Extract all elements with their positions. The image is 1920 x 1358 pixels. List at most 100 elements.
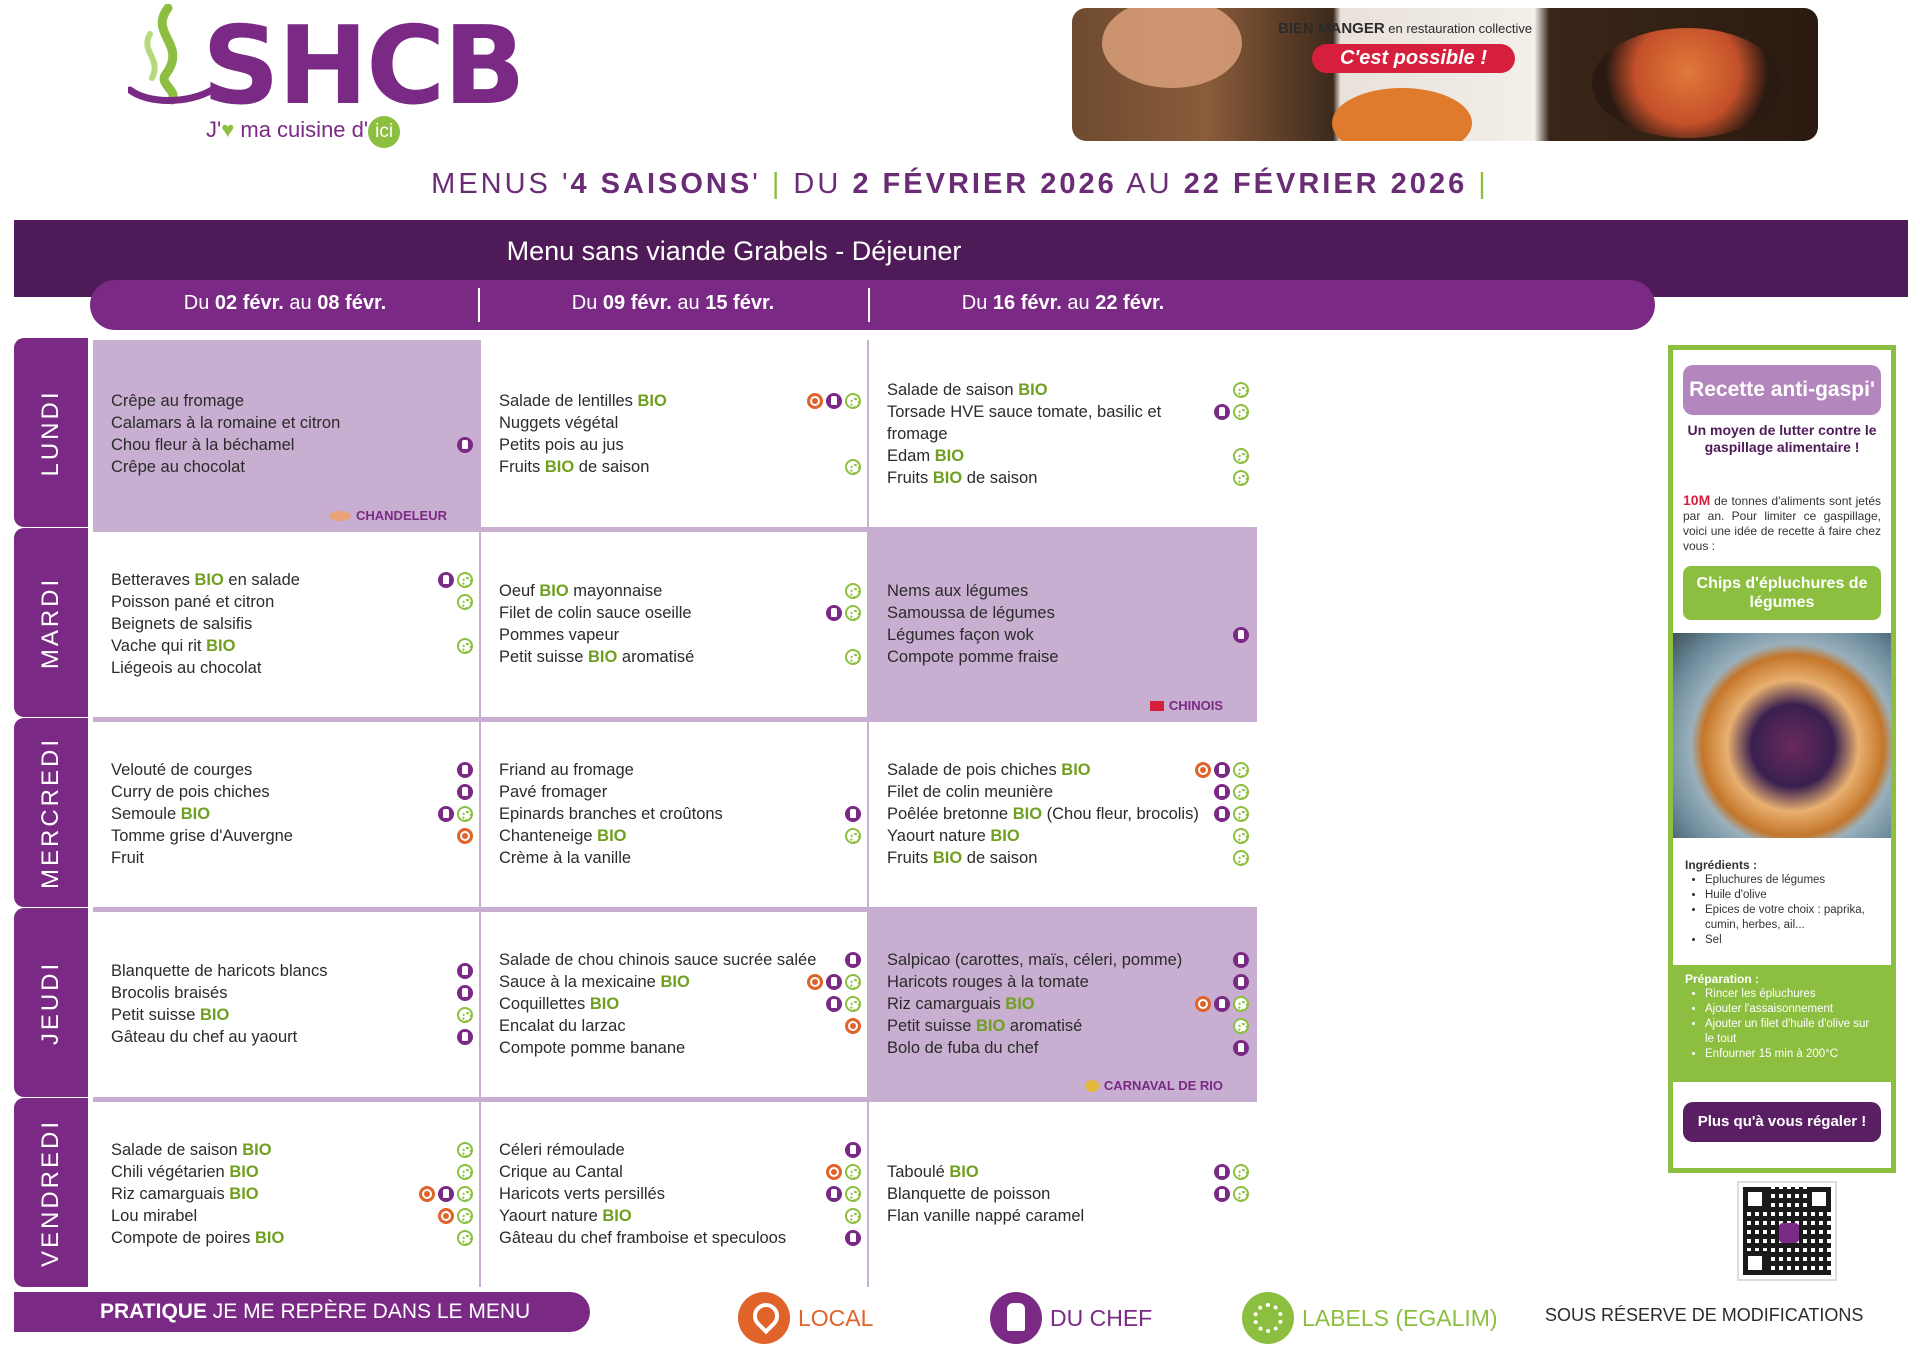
egalim-label-icon (457, 1185, 473, 1202)
menu-title: Menu sans viande Grabels - Déjeuner (506, 236, 962, 266)
dish-badges (1210, 1183, 1249, 1202)
ingredient-item: Sel (1705, 933, 1881, 948)
day-label-mardi: MARDI (14, 528, 88, 717)
menu-item: Riz camarguais BIO (111, 1183, 473, 1205)
menu-item: Salpicao (carottes, maïs, céleri, pomme) (887, 949, 1249, 971)
menu-item: Blanquette de poisson (887, 1183, 1249, 1205)
menu-item: Fruits BIO de saison (887, 467, 1249, 489)
chef-hat-icon (845, 805, 861, 822)
dish-badges (822, 1161, 861, 1180)
egalim-label-icon (1233, 783, 1249, 800)
dish-badges (1191, 993, 1249, 1012)
bio-tag: BIO (932, 848, 963, 867)
ingredient-item: Epices de votre choix : paprika, cumin, … (1705, 903, 1881, 933)
dish-name: Nems aux légumes (887, 581, 1029, 600)
anti-gaspi-title: Recette anti-gaspi' (1683, 365, 1881, 415)
theme-label: CARNAVAL DE RIO (1103, 1078, 1223, 1093)
menu-items: Céleri rémoulade Crique au Cantal Haricots… (499, 1100, 861, 1287)
row-divider (93, 907, 1257, 912)
menu-item: Flan vanille nappé caramel (887, 1205, 1249, 1227)
dish-name: Crêpe au chocolat (111, 457, 245, 476)
dish-name: Encalat du larzac (499, 1016, 626, 1035)
day-label-lundi: LUNDI (14, 338, 88, 527)
dish-name: Blanquette de haricots blancs (111, 961, 328, 980)
legend-local: LOCAL (738, 1292, 873, 1344)
menu-cell: Velouté de courges Curry de pois chiches S… (93, 720, 481, 907)
menu-item: Gâteau du chef framboise et speculoos (499, 1227, 861, 1249)
chef-hat-icon (826, 995, 842, 1012)
dish-name: Fruits (887, 848, 933, 867)
chef-hat-icon (438, 805, 454, 822)
dish-name: Petit suisse (111, 1005, 200, 1024)
dish-name: Céleri rémoulade (499, 1140, 625, 1159)
menu-cell: Oeuf BIO mayonnaise Filet de colin sauce … (481, 530, 869, 717)
dish-name: Yaourt nature (499, 1206, 603, 1225)
dish-badges (453, 591, 473, 610)
dish-name: Filet de colin meunière (887, 782, 1053, 801)
row-divider (93, 717, 1257, 722)
bio-tag: BIO (637, 391, 667, 410)
bio-tag: BIO (990, 826, 1020, 845)
dish-name: Bolo de fuba du chef (887, 1038, 1039, 1057)
column-divider (867, 340, 869, 1287)
dish-name: Velouté de courges (111, 760, 253, 779)
egalim-label-icon (1233, 849, 1249, 866)
dish-name: Petits pois au jus (499, 435, 624, 454)
dish-name: Poisson pané et citron (111, 592, 275, 611)
dish-name: Flan vanille nappé caramel (887, 1206, 1085, 1225)
menu-item: Nuggets végétal (499, 412, 861, 434)
chef-hat-icon (1214, 783, 1230, 800)
preparation-list: Rincer les épluchuresAjouter l'assaisonn… (1685, 987, 1879, 1062)
menu-item: Yaourt nature BIO (499, 1205, 861, 1227)
dish-badges (434, 803, 473, 822)
dish-name: Crêpe au fromage (111, 391, 244, 410)
menu-item: Salade de saison BIO (887, 379, 1249, 401)
closing-badge: Plus qu'à vous régaler ! (1683, 1102, 1881, 1142)
dish-badges (822, 1183, 861, 1202)
dish-name: Fruit (111, 848, 144, 867)
egalim-label-icon (1233, 805, 1249, 822)
dish-badges (434, 1205, 473, 1224)
local-pin-icon (1195, 761, 1211, 778)
menu-item: Calamars à la romaine et citron (111, 412, 473, 434)
egalim-label-icon (1233, 1163, 1249, 1180)
ingredients-block: Ingrédients : Epluchures de légumesHuile… (1685, 858, 1881, 948)
menu-items: Betteraves BIO en salade Poisson pané et … (111, 530, 473, 717)
dish-name: Gâteau du chef framboise et speculoos (499, 1228, 787, 1247)
day-label-text: LUNDI (37, 388, 64, 477)
local-pin-icon (826, 1163, 842, 1180)
logo-wordmark: SHCB (202, 4, 526, 129)
menu-items: Oeuf BIO mayonnaise Filet de colin sauce … (499, 530, 861, 717)
qr-finder (1743, 1187, 1767, 1211)
dish-badges (453, 960, 473, 979)
menu-item: Légumes façon wok (887, 624, 1249, 646)
anti-gaspi-subtitle: Un moyen de lutter contre le gaspillage … (1687, 422, 1877, 455)
dish-name: Poêlée bretonne (887, 804, 1013, 823)
menu-items: Crêpe au fromage Calamars à la romaine et… (111, 340, 473, 527)
dish-badges (803, 971, 861, 990)
chef-hat-icon (845, 1141, 861, 1158)
qr-code[interactable] (1737, 1181, 1837, 1281)
dish-badges (453, 434, 473, 453)
menu-item: Poisson pané et citron (111, 591, 473, 613)
menu-items: Salade de chou chinois sauce sucrée salé… (499, 910, 861, 1097)
day-label-jeudi: JEUDI (14, 908, 88, 1097)
dish-name: Riz camarguais (111, 1184, 230, 1203)
menu-item: Taboulé BIO (887, 1161, 1249, 1183)
menu-item: Tomme grise d'Auvergne (111, 825, 473, 847)
dish-name-suffix: aromatisé (1005, 1016, 1083, 1035)
menu-items: Salade de lentilles BIO Nuggets végétal Pe… (499, 340, 861, 527)
preparation-step: Rincer les épluchures (1705, 987, 1879, 1002)
menu-item: Samoussa de légumes (887, 602, 1249, 624)
banner-slogan: C'est possible ! (1312, 44, 1516, 73)
egalim-label-icon (1233, 827, 1249, 844)
legend-chef: DU CHEF (990, 1292, 1152, 1344)
chef-hat-icon (826, 604, 842, 621)
legend-labels: LABELS (EGALIM) (1242, 1292, 1498, 1344)
dish-badges (841, 1139, 861, 1158)
menu-items: Blanquette de haricots blancs Brocolis br… (111, 910, 473, 1097)
bio-tag: BIO (242, 1140, 272, 1159)
dish-name: Lou mirabel (111, 1206, 198, 1225)
bio-tag: BIO (1012, 804, 1043, 823)
dish-badges (1191, 759, 1249, 778)
